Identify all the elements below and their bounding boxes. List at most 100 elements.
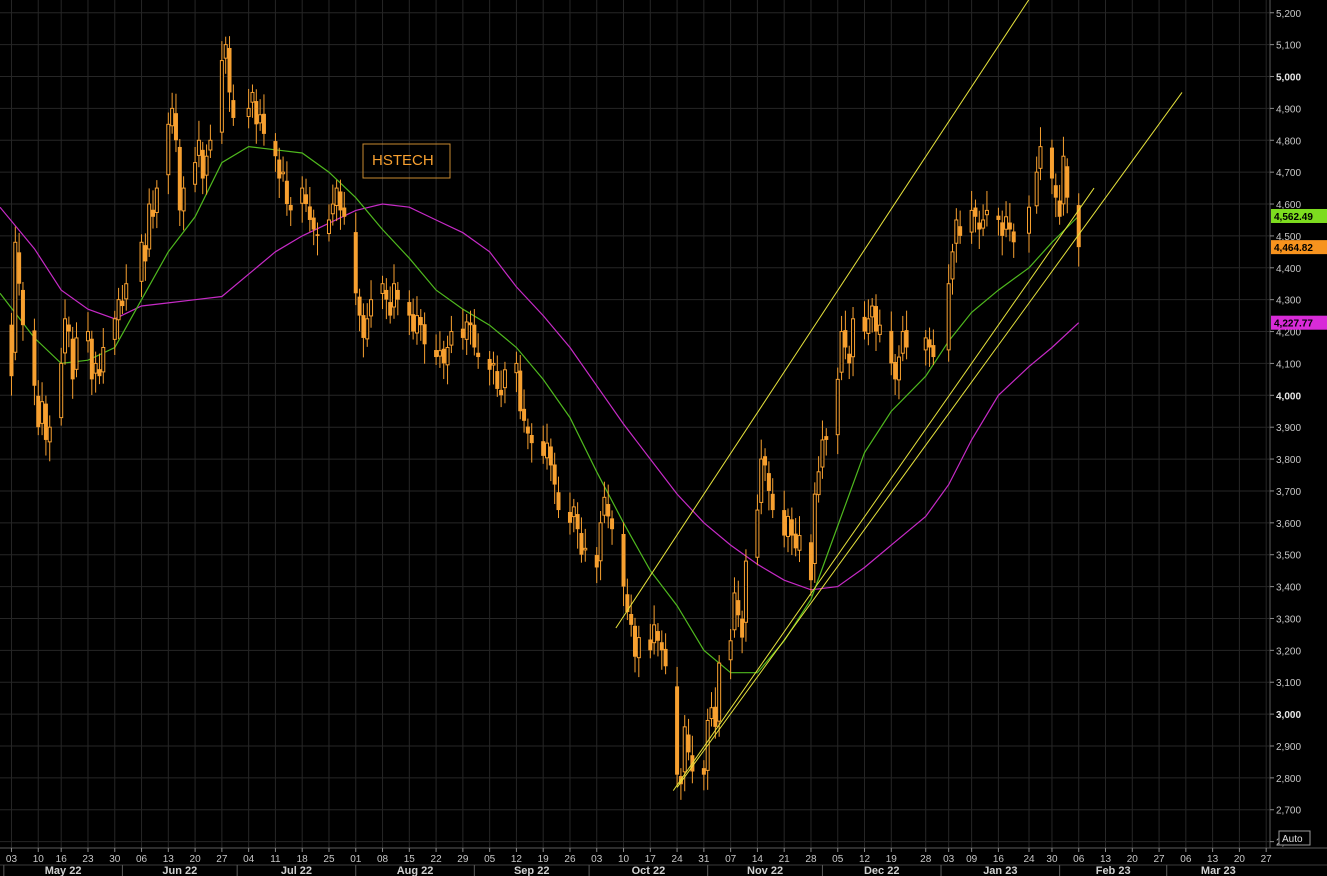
candle-body-up bbox=[759, 458, 764, 503]
candle-body-down bbox=[254, 101, 259, 125]
y-tick-label: 2,900 bbox=[1276, 742, 1301, 753]
candle-body-up bbox=[181, 187, 186, 212]
candle-body-up bbox=[602, 496, 607, 516]
candle-body-down bbox=[541, 441, 546, 456]
candle-body-down bbox=[36, 395, 41, 428]
month-label: Feb 23 bbox=[1096, 865, 1131, 876]
candle-body-up bbox=[877, 324, 882, 335]
candle-body-up bbox=[732, 592, 737, 631]
candle-body-up bbox=[334, 187, 339, 206]
candle-body-down bbox=[307, 206, 312, 220]
month-label: Oct 22 bbox=[632, 865, 666, 876]
candle-body-up bbox=[139, 241, 144, 282]
candle-body-up bbox=[900, 331, 905, 354]
x-tick-label: 13 bbox=[1207, 854, 1219, 865]
x-tick-label: 16 bbox=[993, 854, 1005, 865]
candle-body-up bbox=[923, 337, 928, 351]
candle-body-up bbox=[300, 187, 305, 204]
candle-body-down bbox=[782, 510, 787, 536]
x-tick-label: 11 bbox=[270, 854, 281, 865]
candle-body-down bbox=[143, 245, 148, 262]
candle-body-down bbox=[766, 473, 771, 491]
candle-body-up bbox=[816, 471, 821, 496]
candle-body-up bbox=[445, 346, 450, 366]
candle-body-down bbox=[353, 232, 358, 294]
candle-body-down bbox=[893, 361, 898, 380]
candle-body-up bbox=[709, 707, 714, 720]
candle-body-up bbox=[866, 318, 871, 334]
candle-body-down bbox=[1057, 200, 1062, 217]
candle-body-up bbox=[851, 318, 856, 358]
candle-body-up bbox=[59, 362, 64, 419]
month-label: Jan 23 bbox=[983, 865, 1017, 876]
candle-body-down bbox=[552, 464, 557, 485]
month-label: Nov 22 bbox=[747, 865, 783, 876]
annotation-label: HSTECH bbox=[372, 152, 434, 169]
x-tick-label: 10 bbox=[618, 854, 630, 865]
candle-body-down bbox=[20, 289, 25, 326]
candle-body-down bbox=[1007, 222, 1012, 230]
y-tick-label: 3,500 bbox=[1276, 551, 1301, 562]
candle-body-up bbox=[154, 187, 159, 213]
x-tick-label: 28 bbox=[920, 854, 932, 865]
x-tick-label: 21 bbox=[779, 854, 791, 865]
x-tick-label: 30 bbox=[109, 854, 121, 865]
y-tick-label: 4,900 bbox=[1276, 104, 1301, 115]
candle-body-up bbox=[116, 299, 121, 321]
candle-body-up bbox=[85, 331, 90, 342]
candle-body-up bbox=[208, 139, 213, 151]
x-tick-label: 30 bbox=[1046, 854, 1058, 865]
month-label: Dec 22 bbox=[864, 865, 899, 876]
candle-body-up bbox=[1027, 206, 1032, 234]
x-tick-label: 20 bbox=[1127, 854, 1139, 865]
x-tick-label: 27 bbox=[216, 854, 228, 865]
candle-body-down bbox=[32, 330, 37, 386]
candle-body-up bbox=[40, 401, 45, 424]
x-tick-label: 19 bbox=[538, 854, 550, 865]
candle-body-down bbox=[120, 300, 125, 307]
candle-body-down bbox=[1049, 147, 1054, 179]
candle-body-up bbox=[281, 171, 286, 175]
candle-body-down bbox=[548, 446, 553, 466]
y-tick-label: 4,100 bbox=[1276, 359, 1301, 370]
y-tick-label: 3,200 bbox=[1276, 646, 1301, 657]
candle-body-down bbox=[793, 533, 798, 549]
candle-body-down bbox=[441, 348, 446, 364]
candle-body-down bbox=[487, 358, 492, 370]
y-tick-label: 3,400 bbox=[1276, 583, 1301, 594]
candle-body-down bbox=[575, 514, 580, 530]
y-tick-label: 5,000 bbox=[1276, 73, 1301, 84]
candle-body-up bbox=[392, 283, 397, 308]
candle-body-down bbox=[675, 686, 680, 775]
candle-body-down bbox=[556, 492, 561, 511]
auto-button[interactable]: Auto bbox=[1278, 830, 1311, 846]
candle-body-down bbox=[499, 389, 504, 396]
x-tick-label: 05 bbox=[484, 854, 496, 865]
candle-body-up bbox=[598, 522, 603, 562]
x-tick-label: 07 bbox=[725, 854, 737, 865]
candle-body-down bbox=[1011, 231, 1016, 243]
candle-body-down bbox=[713, 706, 718, 727]
x-tick-label: 10 bbox=[33, 854, 45, 865]
x-tick-label: 18 bbox=[297, 854, 309, 865]
candle-body-up bbox=[728, 640, 733, 661]
candle-body-up bbox=[946, 283, 951, 351]
candle-body-down bbox=[518, 370, 523, 412]
candle-body-up bbox=[223, 44, 228, 59]
last-value-label: 4,562.49 bbox=[1274, 212, 1313, 223]
candle-body-up bbox=[797, 535, 802, 551]
y-tick-label: 4,000 bbox=[1276, 391, 1301, 402]
candle-body-down bbox=[808, 542, 813, 581]
candle-body-down bbox=[567, 511, 572, 523]
candle-body-down bbox=[304, 194, 309, 205]
candle-body-up bbox=[839, 331, 844, 373]
candle-body-up bbox=[63, 318, 68, 354]
candle-body-up bbox=[449, 331, 454, 346]
month-label: Mar 23 bbox=[1201, 865, 1236, 876]
candle-body-up bbox=[1034, 171, 1039, 207]
candle-body-up bbox=[326, 219, 331, 235]
x-tick-label: 01 bbox=[350, 854, 362, 865]
candle-body-down bbox=[824, 436, 829, 440]
x-tick-label: 15 bbox=[404, 854, 416, 865]
candle-body-down bbox=[173, 113, 178, 141]
